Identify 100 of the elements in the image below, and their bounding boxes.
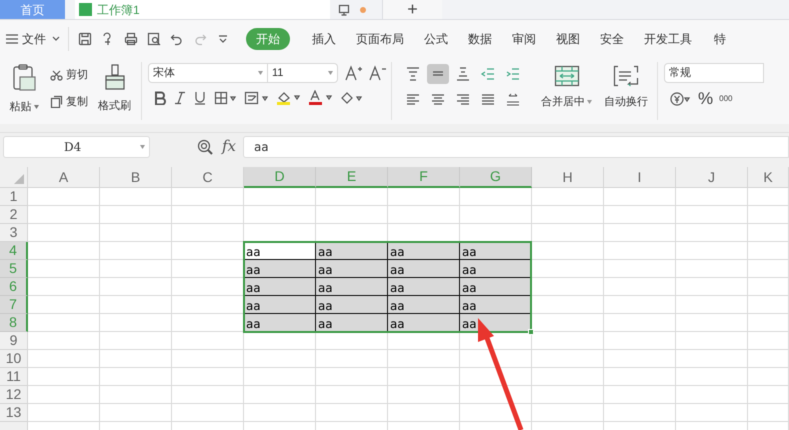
empty-cell[interactable] [676,278,748,296]
empty-cell[interactable] [316,350,388,368]
empty-cell[interactable] [100,224,172,242]
empty-cell[interactable] [172,350,244,368]
copy-icon[interactable] [50,95,63,108]
empty-cell[interactable] [748,296,789,314]
empty-cell[interactable] [388,332,460,350]
paintbrush-icon[interactable] [102,63,126,91]
empty-cell[interactable] [532,224,604,242]
empty-cell[interactable] [532,386,604,404]
empty-cell[interactable] [676,332,748,350]
table-cell[interactable]: aa [244,278,316,296]
ribbon-tab[interactable]: 数据 [468,30,492,48]
empty-cell[interactable] [244,188,316,206]
workbook-tab[interactable]: 工作簿1 [75,0,330,19]
empty-cell[interactable] [748,188,789,206]
fill-handle[interactable] [528,329,534,335]
format-painter-button[interactable]: 格式刷 [98,98,131,114]
empty-cell[interactable] [748,314,789,332]
empty-cell[interactable] [460,386,532,404]
column-header[interactable]: K [748,167,789,188]
empty-cell[interactable] [604,404,676,422]
empty-cell[interactable] [316,386,388,404]
empty-cell[interactable] [604,242,676,260]
empty-cell[interactable] [316,332,388,350]
empty-cell[interactable] [244,332,316,350]
empty-cell[interactable] [532,206,604,224]
empty-cell[interactable] [676,368,748,386]
empty-cell[interactable] [676,296,748,314]
empty-cell[interactable] [244,404,316,422]
empty-cell[interactable] [676,350,748,368]
empty-cell[interactable] [172,224,244,242]
row-header[interactable]: 13 [0,404,28,422]
italic-icon[interactable] [174,91,186,105]
table-cell[interactable]: aa [388,242,460,260]
increase-font-size-icon[interactable] [345,65,363,81]
empty-cell[interactable] [172,206,244,224]
empty-cell[interactable] [748,260,789,278]
empty-cell[interactable] [388,368,460,386]
table-cell[interactable]: aa [244,296,316,314]
corner-triangle-icon[interactable] [14,174,24,184]
empty-cell[interactable] [748,206,789,224]
empty-cell[interactable] [316,188,388,206]
empty-cell[interactable] [172,188,244,206]
empty-cell[interactable] [604,296,676,314]
empty-cell[interactable] [100,386,172,404]
empty-cell[interactable] [532,404,604,422]
column-header[interactable]: J [676,167,748,188]
bold-icon[interactable] [154,91,166,105]
caret-icon[interactable] [328,71,333,75]
empty-cell[interactable] [676,224,748,242]
borders-icon[interactable] [214,91,236,105]
number-format-dropdown[interactable]: 常规 [664,63,764,83]
save-icon[interactable] [78,32,92,46]
ribbon-tab[interactable]: 特 [714,30,726,48]
empty-cell[interactable] [604,386,676,404]
empty-cell[interactable] [388,206,460,224]
menu-icon[interactable] [6,34,18,44]
copy-button[interactable]: 复制 [50,94,88,110]
empty-cell[interactable] [604,224,676,242]
wrap-text-button[interactable]: 自动换行 [604,94,648,110]
empty-cell[interactable] [748,350,789,368]
empty-cell[interactable] [460,368,532,386]
empty-cell[interactable] [748,278,789,296]
empty-cell[interactable] [676,314,748,332]
empty-cell[interactable] [676,188,748,206]
clipboard-icon[interactable] [12,64,36,92]
paste-button[interactable]: 粘贴 [10,99,38,116]
font-color-icon[interactable] [308,90,332,106]
empty-cell[interactable] [316,368,388,386]
empty-cell[interactable] [676,404,748,422]
redo-icon[interactable] [193,32,207,46]
empty-cell[interactable] [604,368,676,386]
empty-cell[interactable] [532,350,604,368]
print-preview-icon[interactable] [147,32,161,46]
empty-cell[interactable] [532,368,604,386]
empty-cell[interactable] [100,350,172,368]
merge-center-icon[interactable] [554,65,580,87]
chevron-down-icon[interactable] [52,36,60,42]
empty-cell[interactable] [316,404,388,422]
zoom-icon[interactable] [197,138,213,154]
empty-cell[interactable] [604,350,676,368]
cut-button[interactable]: 剪切 [50,67,88,84]
caret-icon[interactable] [587,100,592,104]
row-header[interactable]: 1 [0,188,28,206]
formula-field[interactable]: aa [243,136,789,158]
empty-cell[interactable] [172,386,244,404]
empty-cell[interactable] [748,224,789,242]
ribbon-tab[interactable]: 插入 [312,30,336,48]
empty-cell[interactable] [172,332,244,350]
currency-icon[interactable] [670,92,692,106]
empty-cell[interactable] [460,188,532,206]
table-cell[interactable]: aa [388,260,460,278]
table-cell[interactable]: aa [460,278,532,296]
name-box[interactable]: D4 [3,136,150,158]
empty-cell[interactable] [748,242,789,260]
empty-cell[interactable] [100,314,172,332]
table-cell[interactable]: aa [316,260,388,278]
caret-icon[interactable] [34,105,38,110]
empty-cell[interactable] [676,206,748,224]
